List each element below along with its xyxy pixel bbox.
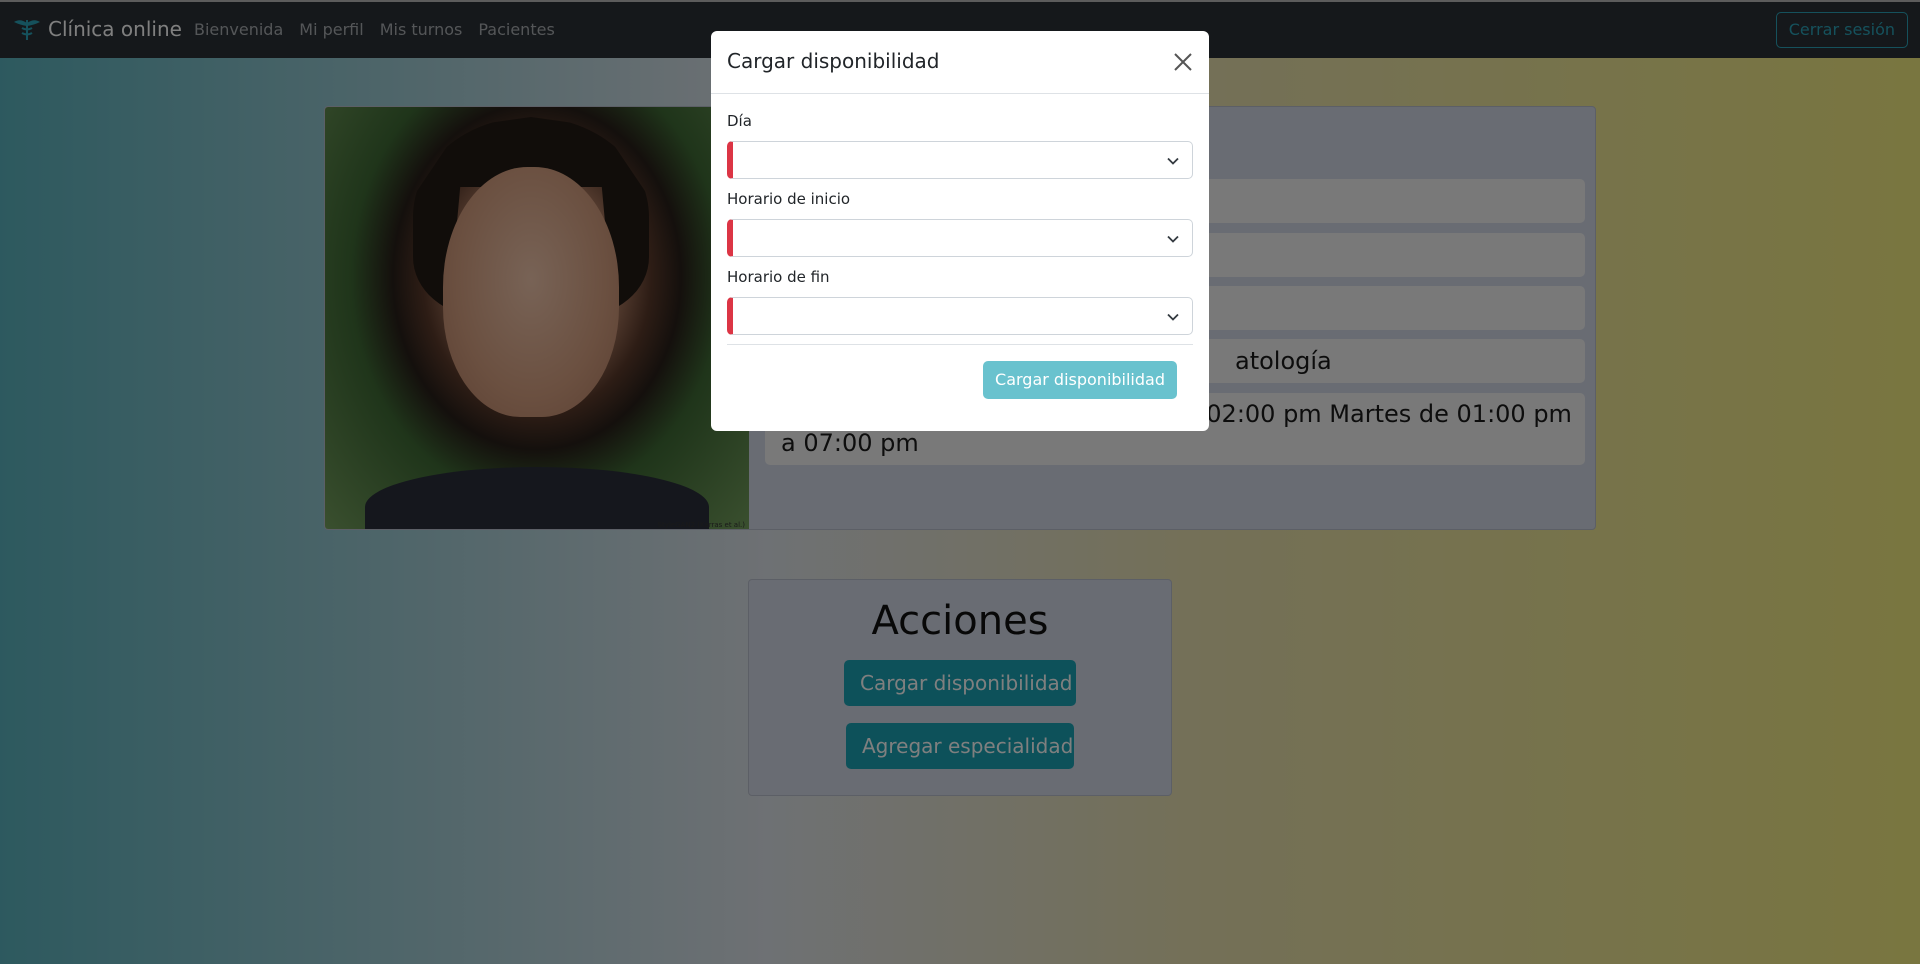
close-icon[interactable]	[1171, 50, 1195, 74]
availability-modal: Cargar disponibilidad Día Horario de ini…	[711, 31, 1209, 431]
modal-header: Cargar disponibilidad	[711, 31, 1209, 94]
submit-availability-button[interactable]: Cargar disponibilidad	[983, 361, 1177, 399]
modal-title: Cargar disponibilidad	[727, 49, 940, 73]
start-time-label: Horario de inicio	[727, 190, 851, 208]
chevron-down-icon	[1167, 157, 1179, 165]
day-label: Día	[727, 112, 752, 130]
end-time-label: Horario de fin	[727, 268, 830, 286]
start-time-select[interactable]	[727, 219, 1193, 257]
modal-divider	[727, 344, 1193, 345]
day-select[interactable]	[727, 141, 1193, 179]
chevron-down-icon	[1167, 235, 1179, 243]
chevron-down-icon	[1167, 313, 1179, 321]
end-time-select[interactable]	[727, 297, 1193, 335]
